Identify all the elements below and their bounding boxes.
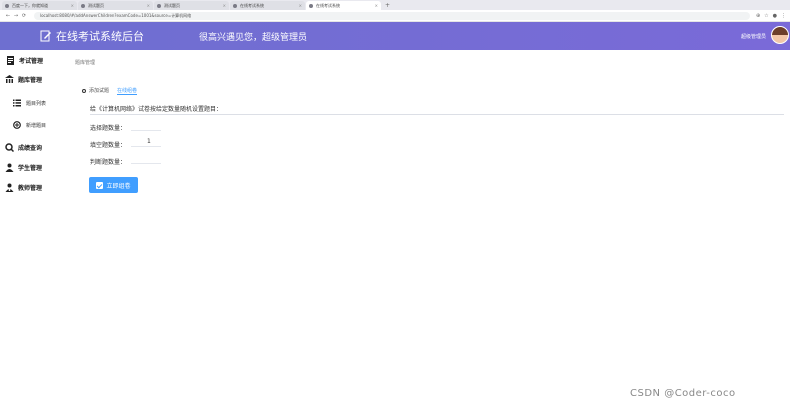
sidebar-item-add-question[interactable]: 新增题目: [13, 121, 46, 129]
close-icon[interactable]: ×: [299, 3, 302, 8]
sidebar-item-bank[interactable]: 题库管理: [5, 75, 42, 84]
tab-add-question[interactable]: 添加试题: [82, 86, 109, 95]
close-icon[interactable]: ×: [375, 3, 378, 8]
browser-tab[interactable]: 测试题页 ×: [154, 1, 229, 10]
edit-icon: [40, 30, 51, 42]
student-icon: [5, 163, 14, 172]
choice-count-input[interactable]: [131, 120, 161, 131]
address-bar: ← → ⟳ localhost:8080/#/addAnswerChildren…: [0, 10, 790, 22]
forward-icon[interactable]: →: [12, 13, 20, 19]
favicon-icon: [157, 3, 161, 8]
brand-title: 在线考试系统后台: [56, 30, 144, 43]
back-icon[interactable]: ←: [4, 13, 12, 19]
choice-count-label: 选择题数量：: [90, 125, 127, 132]
list-icon: [13, 99, 21, 107]
compose-prompt: 给《计算机网络》试卷按给定数量随机设置题目：: [90, 106, 223, 113]
close-icon[interactable]: ×: [71, 3, 74, 8]
search-icon: [5, 143, 14, 152]
content-tabs: 添加试题 在线组卷: [82, 86, 138, 95]
welcome-text: 很高兴遇见您，超级管理员: [199, 33, 308, 43]
judge-count-label: 判断题数量：: [90, 159, 127, 166]
app-header: 在线考试系统后台 很高兴遇见您，超级管理员 超级管理员: [0, 22, 790, 50]
profile-icon[interactable]: ●: [773, 13, 777, 19]
browser-tab[interactable]: 在线考试系统 ×: [230, 1, 305, 10]
favicon-icon: [5, 3, 9, 8]
reload-icon[interactable]: ⟳: [20, 13, 28, 19]
sidebar-item-question-list[interactable]: 题目列表: [13, 99, 46, 107]
favicon-icon: [309, 3, 313, 8]
browser-tab-active[interactable]: 在线考试系统 ×: [306, 1, 381, 10]
browser-tab[interactable]: 百度一下，你就知道 ×: [2, 1, 77, 10]
tab-online-compose[interactable]: 在线组卷: [117, 86, 138, 95]
sidebar: 考试管理 题库管理 题目列表 新增题目 成绩查询 学生管理 教师管理: [0, 50, 70, 408]
bank-icon: [5, 75, 14, 83]
radio-icon: [82, 88, 86, 93]
browser-tabbar: 百度一下，你就知道 × 测试题页 × 测试题页 × 在线考试系统 × 在线考试系统 × +: [0, 0, 790, 10]
compose-button[interactable]: 立即组卷: [89, 177, 138, 193]
star-icon[interactable]: ☆: [764, 13, 768, 19]
sidebar-item-score[interactable]: 成绩查询: [5, 143, 42, 152]
sidebar-item-exam[interactable]: 考试管理: [6, 56, 43, 65]
exam-icon: [7, 56, 14, 65]
favicon-icon: [81, 3, 85, 8]
divider: [90, 114, 784, 115]
watermark: CSDN @Coder-coco: [630, 388, 736, 399]
breadcrumb: 题库管理: [75, 60, 96, 66]
check-icon: [96, 181, 104, 189]
sidebar-item-student[interactable]: 学生管理: [5, 163, 42, 172]
menu-icon[interactable]: ⋮: [781, 13, 786, 19]
judge-count-input[interactable]: [131, 153, 161, 164]
teacher-icon: [5, 183, 14, 192]
new-tab-button[interactable]: +: [385, 1, 390, 10]
avatar[interactable]: [771, 26, 789, 44]
favicon-icon: [233, 3, 237, 8]
sidebar-item-teacher[interactable]: 教师管理: [5, 183, 42, 192]
brand[interactable]: 在线考试系统后台: [40, 28, 144, 44]
zoom-icon[interactable]: ⊕: [756, 13, 760, 19]
blank-count-input[interactable]: 1: [131, 136, 161, 147]
close-icon[interactable]: ×: [223, 3, 226, 8]
user-name[interactable]: 超级管理员: [741, 33, 766, 40]
browser-tab[interactable]: 测试题页 ×: [78, 1, 153, 10]
url-field[interactable]: localhost:8080/#/addAnswerChildren?examC…: [34, 11, 750, 20]
close-icon[interactable]: ×: [147, 3, 150, 8]
add-icon: [13, 121, 21, 129]
blank-count-label: 填空题数量：: [90, 142, 127, 149]
